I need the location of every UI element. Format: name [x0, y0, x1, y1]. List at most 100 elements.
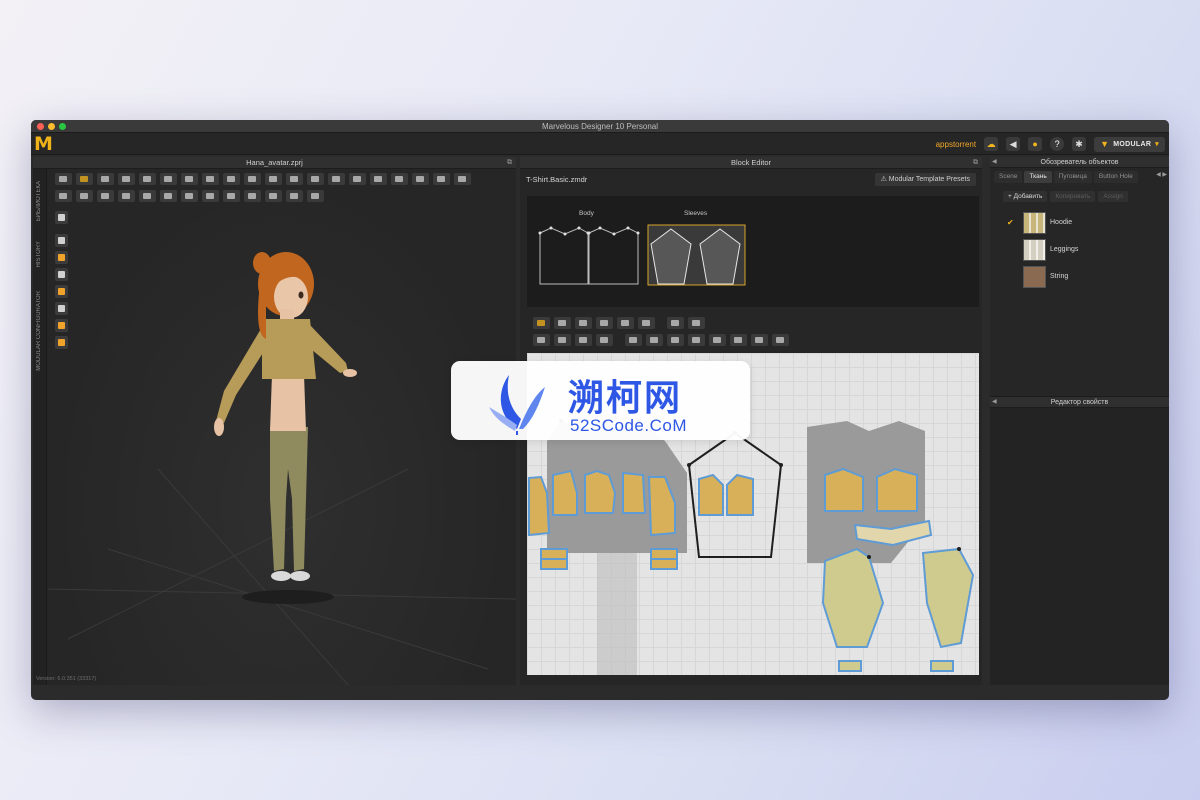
- assign-fabric-button[interactable]: Assign: [1098, 191, 1128, 202]
- seam-allowance-button[interactable]: [646, 334, 663, 346]
- shirt-display-button[interactable]: [55, 234, 68, 247]
- gather-tool-button[interactable]: [76, 190, 93, 202]
- edit-pattern-button[interactable]: [554, 317, 571, 329]
- grading-button[interactable]: [772, 334, 789, 346]
- add-fabric-button[interactable]: + Добавить: [1003, 191, 1048, 202]
- user-icon[interactable]: ●: [1028, 137, 1043, 151]
- transform-pattern-button[interactable]: [533, 317, 550, 329]
- brush-tool-button[interactable]: [307, 173, 324, 185]
- body-block[interactable]: [538, 226, 640, 285]
- fitting-tool-button[interactable]: [265, 190, 282, 202]
- object-browser-title: Обозреватель объектов: [1040, 159, 1119, 166]
- pencil-tool-button[interactable]: [433, 173, 450, 185]
- tack-tool-button[interactable]: [139, 173, 156, 185]
- help-icon[interactable]: ?: [1050, 137, 1065, 151]
- select-tool-button[interactable]: [55, 173, 72, 185]
- history-tab[interactable]: HISTORY: [36, 241, 42, 267]
- texture-display-button[interactable]: [55, 251, 68, 264]
- measure-tool-button[interactable]: [181, 173, 198, 185]
- zipper-tool-button[interactable]: [97, 190, 114, 202]
- elastic-tool-button[interactable]: [118, 190, 135, 202]
- polygon-button[interactable]: [617, 317, 634, 329]
- username-label[interactable]: appstorrent: [936, 140, 976, 149]
- leggings-pieces[interactable]: [821, 547, 975, 672]
- dart-button[interactable]: [688, 317, 705, 329]
- binding-button[interactable]: [667, 334, 684, 346]
- rectangle-button[interactable]: [638, 317, 655, 329]
- skin-display-button[interactable]: [55, 319, 68, 332]
- fabric-display-button[interactable]: [55, 285, 68, 298]
- segment-sewing-button[interactable]: [533, 334, 550, 346]
- cloud-icon[interactable]: ☁: [984, 137, 999, 151]
- wireframe-display-button[interactable]: [55, 302, 68, 315]
- hanger-tool-button[interactable]: [349, 173, 366, 185]
- fabric-item-hoodie[interactable]: ✔ Hoodie: [990, 210, 1169, 237]
- display-avatar-button[interactable]: [55, 211, 68, 224]
- tuck-button[interactable]: [730, 334, 747, 346]
- undock-icon[interactable]: ⧉: [973, 157, 978, 169]
- cut-tool-button[interactable]: [370, 173, 387, 185]
- announcement-icon[interactable]: ◀: [1006, 137, 1021, 151]
- measure-2d-button[interactable]: [751, 334, 768, 346]
- stitch-tool-button[interactable]: [328, 173, 345, 185]
- transform-tool-button[interactable]: [97, 173, 114, 185]
- edit-tool-button[interactable]: [412, 173, 429, 185]
- texture-tool-button[interactable]: [223, 190, 240, 202]
- fold-pattern-button[interactable]: [625, 334, 642, 346]
- tab-scroll-arrows-icon[interactable]: ◀ ▶: [1156, 171, 1167, 178]
- settings-icon[interactable]: ✱: [1072, 137, 1087, 151]
- avatar-display-button[interactable]: [55, 268, 68, 281]
- edit-sewing-button[interactable]: [575, 334, 592, 346]
- tab-button-hole[interactable]: Button Hole: [1093, 171, 1138, 183]
- arrange-tool-button[interactable]: [244, 173, 261, 185]
- trim-tool-button[interactable]: [286, 173, 303, 185]
- topstitch-tool-button[interactable]: [181, 190, 198, 202]
- snap-tool-button[interactable]: [265, 173, 282, 185]
- free-sewing-button[interactable]: [554, 334, 571, 346]
- puckering-tool-button[interactable]: [244, 190, 261, 202]
- sleeve-pieces[interactable]: [698, 473, 754, 516]
- button-tool-button[interactable]: [139, 190, 156, 202]
- close-button[interactable]: [37, 123, 44, 130]
- internal-polygon-button[interactable]: [667, 317, 684, 329]
- pose-tool-button[interactable]: [55, 190, 72, 202]
- sew-tool-button[interactable]: [391, 173, 408, 185]
- modular-template-presets-button[interactable]: ⚠ Modular Template Presets: [874, 173, 976, 186]
- fabric-item-leggings[interactable]: Leggings: [990, 237, 1169, 264]
- minimize-button[interactable]: [48, 123, 55, 130]
- tab-scene[interactable]: Scene: [994, 171, 1023, 183]
- undock-icon[interactable]: ⧉: [507, 157, 512, 169]
- tape-tool-button[interactable]: [202, 173, 219, 185]
- move-tool-button[interactable]: [76, 173, 93, 185]
- curve-tool-button[interactable]: [454, 173, 471, 185]
- maximize-button[interactable]: [59, 123, 66, 130]
- watermark-banner: 溯柯网 52SCode.CoM: [451, 361, 750, 440]
- copy-fabric-button[interactable]: Копировать: [1050, 191, 1096, 202]
- tab-button[interactable]: Пуговица: [1053, 171, 1092, 183]
- tab-fabric[interactable]: Ткань: [1024, 171, 1052, 183]
- collapse-arrow-icon[interactable]: ◀: [992, 397, 997, 408]
- fold-tool-button[interactable]: [118, 173, 135, 185]
- add-point-button[interactable]: [596, 317, 613, 329]
- line-tool-button[interactable]: [286, 190, 303, 202]
- library-tab[interactable]: БИБЛИОТЕКА: [36, 181, 42, 221]
- edit-curvature-button[interactable]: [575, 317, 592, 329]
- 3d-viewport[interactable]: [48, 169, 516, 685]
- modular-mode-button[interactable]: ▼ MODULAR ▾: [1094, 136, 1165, 152]
- collapse-arrow-icon[interactable]: ◀: [992, 157, 997, 168]
- fabric-name: Hoodie: [1050, 219, 1073, 226]
- avatar-tool-button[interactable]: [223, 173, 240, 185]
- graphic-tool-button[interactable]: [202, 190, 219, 202]
- avatar-figure[interactable]: [214, 252, 357, 581]
- notch-button[interactable]: [709, 334, 726, 346]
- buttonhole-tool-button[interactable]: [160, 190, 177, 202]
- modular-configurator-tab[interactable]: MODULAR CONFIGURATOR: [36, 291, 42, 371]
- trace-button[interactable]: [596, 334, 613, 346]
- fabric-item-string[interactable]: String: [990, 264, 1169, 291]
- environment-display-button[interactable]: [55, 336, 68, 349]
- fold-arrange-tool-button[interactable]: [307, 190, 324, 202]
- version-label: Version: 6.0.351 (33317): [36, 676, 97, 682]
- pin-tool-button[interactable]: [160, 173, 177, 185]
- sleeves-block[interactable]: [647, 224, 746, 286]
- pleat-button[interactable]: [688, 334, 705, 346]
